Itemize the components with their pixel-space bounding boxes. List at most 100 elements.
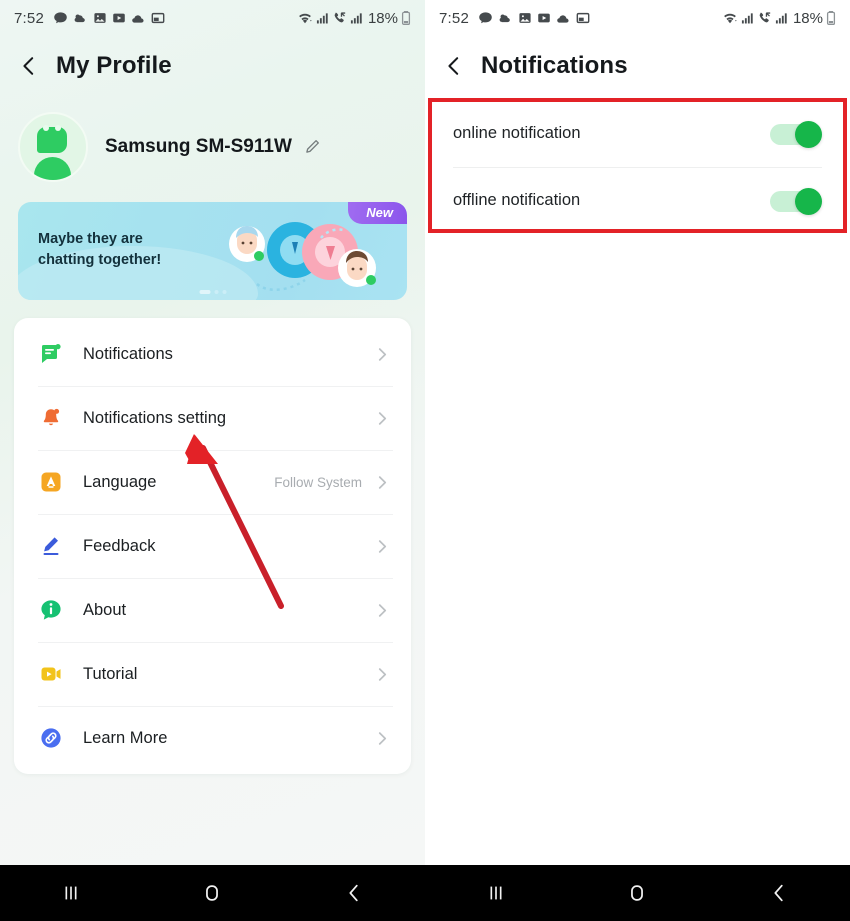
home-icon[interactable] [614,870,660,916]
weather-cloud-icon [499,13,510,22]
recents-icon[interactable] [48,870,94,916]
picture-in-picture-icon [151,12,165,24]
row-offline-notification[interactable]: offline notification [425,167,850,234]
avatar-eye-left [43,125,49,131]
status-right-icons: 18% [722,10,836,27]
chat-bubble-icon [54,11,67,23]
menu-item-learn-more[interactable]: Learn More [14,706,411,770]
offline-notification-toggle[interactable] [770,187,822,215]
nav-back-icon[interactable] [756,870,802,916]
android-nav-bar [0,865,850,921]
avatar-eye-right [55,125,61,131]
page-title-left: My Profile [56,52,172,79]
right-phone-screen: 7:52 18% Notifications online notificati… [425,0,850,865]
toggle-thumb [795,120,822,148]
missed-call-icon [759,12,771,23]
pencil-feedback-icon [38,533,64,559]
carousel-dot-active[interactable] [199,290,210,294]
toggle-thumb [795,187,822,215]
video-play-icon [113,13,125,23]
chevron-right-icon [378,667,387,681]
profile-name: Samsung SM-S911W [105,136,292,157]
gallery-image-icon [94,13,106,23]
chevron-right-icon [378,475,387,489]
banner-line-2: chatting together! [38,251,162,268]
profile-row[interactable]: Samsung SM-S911W [0,104,425,190]
gallery-image-icon [519,13,531,23]
menu-item-notifications[interactable]: Notifications [14,322,411,386]
status-left-icons [478,11,590,26]
menu-item-label: Language [83,472,157,491]
battery-percent: 18% [367,9,398,27]
status-bar-left: 7:52 18% [0,0,425,36]
status-right-icons: 18% [297,10,411,27]
chat-bubble-icon [479,11,492,23]
page-title-right: Notifications [481,52,628,79]
dual-screenshot: 7:52 18% My Profile Samsung SM-S911W New… [0,0,850,921]
row-label: online notification [453,124,581,142]
menu-item-notifications-setting[interactable]: Notifications setting [14,386,411,450]
appbar-right: Notifications [425,40,850,92]
status-time: 7:52 [14,9,44,27]
menu-item-label: Notifications [83,344,173,363]
menu-item-label: Notifications setting [83,408,227,427]
menu-item-language[interactable]: Language Follow System [14,450,411,514]
notification-settings-list: online notification offline notification [425,100,850,234]
menu-item-label: Tutorial [83,664,138,683]
nav-back-icon[interactable] [331,870,377,916]
signal-bars-icon [741,13,753,24]
status-time: 7:52 [439,9,469,27]
avatar[interactable] [18,112,88,182]
battery-percent: 18% [792,9,823,27]
carousel-dots[interactable] [199,290,226,294]
carousel-dot[interactable] [214,290,218,294]
appbar-left: My Profile [0,40,425,92]
row-label: offline notification [453,191,581,209]
link-chain-icon [38,725,64,751]
info-icon [38,597,64,623]
menu-item-tutorial[interactable]: Tutorial [14,642,411,706]
language-a-icon [38,469,64,495]
chevron-right-icon [378,539,387,553]
carousel-dot[interactable] [222,290,226,294]
video-play-icon [538,13,550,23]
back-button-left[interactable] [18,55,40,77]
chat-notification-icon [38,341,64,367]
picture-in-picture-icon [576,12,590,24]
menu-item-label: Feedback [83,536,156,555]
wifi-icon [299,13,312,23]
home-icon[interactable] [189,870,235,916]
signal-bars-icon [350,13,362,24]
banner-line-1: Maybe they are [38,231,143,247]
menu-item-label: About [83,600,127,619]
battery-icon [401,11,411,26]
nav-bar-right [425,865,850,921]
menu-item-about[interactable]: About [14,578,411,642]
back-button-right[interactable] [443,55,465,77]
video-tutorial-icon [38,661,64,687]
cloud-icon [132,14,144,23]
signal-bars-icon [316,13,328,24]
battery-icon [826,11,836,26]
menu-item-value: Follow System [274,474,362,490]
signal-bars-icon [775,13,787,24]
menu-item-feedback[interactable]: Feedback [14,514,411,578]
status-bar-right: 7:52 18% [425,0,850,36]
pencil-edit-icon[interactable] [303,138,321,156]
avatar-body [34,157,71,180]
banner-text: Maybe they are chatting together! [38,229,161,270]
missed-call-icon [334,12,346,23]
recents-icon[interactable] [473,870,519,916]
robot-avatar-icon [37,127,67,153]
menu-item-label: Learn More [83,728,168,747]
chat-people-illustration [229,222,376,292]
wifi-icon [724,13,737,23]
status-left-icons [53,11,165,26]
chevron-right-icon [378,411,387,425]
nav-bar-left [0,865,425,921]
online-notification-toggle[interactable] [770,120,822,148]
settings-menu-card: Notifications Notifications setting Lang… [14,318,411,774]
weather-cloud-icon [74,13,85,22]
promo-banner[interactable]: New Maybe they are chatting together! [18,202,407,300]
row-online-notification[interactable]: online notification [425,100,850,167]
